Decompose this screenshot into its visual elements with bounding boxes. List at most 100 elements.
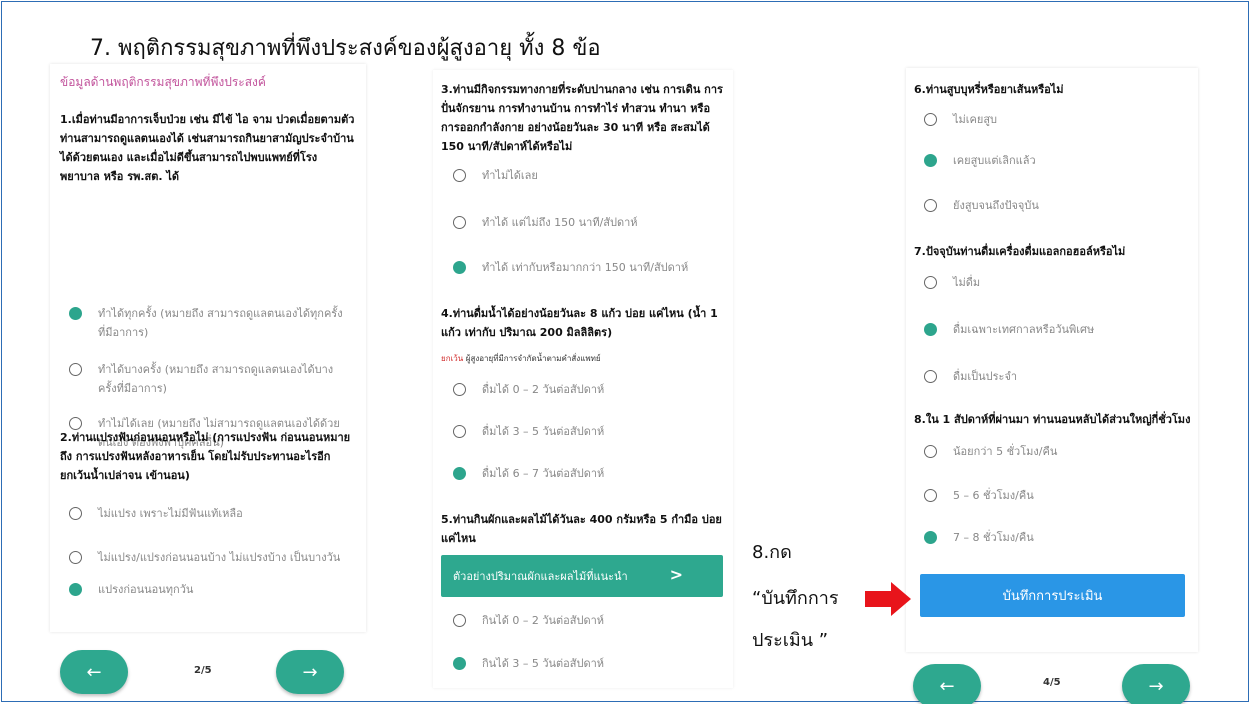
radio-icon[interactable] bbox=[453, 169, 466, 182]
chevron-right-icon: > bbox=[669, 565, 683, 584]
q1-option-2[interactable]: ทำได้บางครั้ง (หมายถึง สามารถดูแลตนเองได… bbox=[69, 360, 349, 398]
q1-option-1[interactable]: ทำได้ทุกครั้ง (หมายถึง สามารถดูแลตนเองได… bbox=[69, 304, 349, 342]
option-label: ทำได้ทุกครั้ง (หมายถึง สามารถดูแลตนเองได… bbox=[98, 307, 343, 339]
q3-option-1[interactable]: ทำไม่ได้เลย bbox=[453, 166, 723, 185]
tip-button-label: ตัวอย่างปริมาณผักและผลไม้ที่แนะนำ bbox=[453, 570, 628, 583]
q3-option-2[interactable]: ทำได้ แต่ไม่ถึง 150 นาที/สัปดาห์ bbox=[453, 213, 723, 232]
radio-icon[interactable] bbox=[924, 276, 937, 289]
q6-option-1[interactable]: ไม่เคยสูบ bbox=[924, 110, 1194, 129]
red-arrow-icon bbox=[865, 582, 911, 616]
option-label: ทำได้บางครั้ง (หมายถึง สามารถดูแลตนเองได… bbox=[98, 363, 334, 395]
q4-note-exception: ยกเว้น bbox=[441, 354, 464, 363]
question-3: 3.ท่านมีกิจกรรมทางกายที่ระดับปานกลาง เช่… bbox=[441, 83, 723, 153]
radio-selected-icon[interactable] bbox=[453, 261, 466, 274]
section-title: ข้อมูลด้านพฤติกรรมสุขภาพที่พึงประสงค์ bbox=[60, 75, 266, 89]
option-label: ดื่มได้ 3 – 5 วันต่อสัปดาห์ bbox=[482, 425, 605, 438]
assessment-screen-page-4: 6.ท่านสูบบุหรี่หรือยาเส้นหรือไม่ ไม่เคยส… bbox=[906, 68, 1198, 652]
q3-option-3[interactable]: ทำได้ เท่ากับหรือมากกว่า 150 นาที/สัปดาห… bbox=[453, 258, 723, 277]
q8-option-2[interactable]: 5 – 6 ชั่วโมง/คืน bbox=[924, 486, 1194, 505]
next-page-button[interactable]: → bbox=[276, 650, 344, 694]
q4-note: ยกเว้น ผู้สูงอายุที่มีการจำกัดน้ำตามคำสั… bbox=[441, 352, 725, 365]
option-label: ยังสูบจนถึงปัจจุบัน bbox=[953, 199, 1039, 212]
option-label: ดื่มเป็นประจำ bbox=[953, 370, 1018, 383]
q7-option-2[interactable]: ดื่มเฉพาะเทศกาลหรือวันพิเศษ bbox=[924, 320, 1194, 339]
q5-option-1[interactable]: กินได้ 0 – 2 วันต่อสัปดาห์ bbox=[453, 611, 723, 630]
option-label: ไม่ดื่ม bbox=[953, 276, 981, 289]
save-assessment-button[interactable]: บันทึกการประเมิน bbox=[920, 574, 1185, 617]
callout-text-line-3: ประเมิน ” bbox=[752, 630, 829, 651]
option-label: ดื่มเฉพาะเทศกาลหรือวันพิเศษ bbox=[953, 323, 1095, 336]
q5-option-2[interactable]: กินได้ 3 – 5 วันต่อสัปดาห์ bbox=[453, 654, 723, 673]
option-label: ไม่แปรง เพราะไม่มีฟันแท้เหลือ bbox=[98, 507, 243, 520]
radio-selected-icon[interactable] bbox=[924, 323, 937, 336]
prev-page-button[interactable]: ← bbox=[913, 664, 981, 704]
q6-option-2[interactable]: เคยสูบแต่เลิกแล้ว bbox=[924, 151, 1194, 170]
q4-note-text: ผู้สูงอายุที่มีการจำกัดน้ำตามคำสั่งแพทย์ bbox=[463, 354, 601, 363]
option-label: แปรงก่อนนอนทุกวัน bbox=[98, 583, 194, 596]
option-label: ทำได้ เท่ากับหรือมากกว่า 150 นาที/สัปดาห… bbox=[482, 261, 689, 274]
q4-option-1[interactable]: ดื่มได้ 0 – 2 วันต่อสัปดาห์ bbox=[453, 380, 723, 399]
q2-option-3[interactable]: แปรงก่อนนอนทุกวัน bbox=[69, 580, 349, 599]
option-label: ทำได้ แต่ไม่ถึง 150 นาที/สัปดาห์ bbox=[482, 216, 638, 229]
radio-icon[interactable] bbox=[924, 445, 937, 458]
q6-option-3[interactable]: ยังสูบจนถึงปัจจุบัน bbox=[924, 196, 1194, 215]
arrow-left-icon: ← bbox=[86, 661, 102, 683]
arrow-right-icon: → bbox=[1148, 675, 1164, 697]
radio-icon[interactable] bbox=[69, 507, 82, 520]
option-label: 5 – 6 ชั่วโมง/คืน bbox=[953, 489, 1034, 502]
radio-selected-icon[interactable] bbox=[453, 657, 466, 670]
q8-option-1[interactable]: น้อยกว่า 5 ชั่วโมง/คืน bbox=[924, 442, 1194, 461]
option-label: ดื่มได้ 0 – 2 วันต่อสัปดาห์ bbox=[482, 383, 605, 396]
fruit-veg-example-button[interactable]: ตัวอย่างปริมาณผักและผลไม้ที่แนะนำ > bbox=[441, 555, 723, 597]
radio-selected-icon[interactable] bbox=[924, 154, 937, 167]
assessment-screen-page-3: 3.ท่านมีกิจกรรมทางกายที่ระดับปานกลาง เช่… bbox=[433, 70, 733, 688]
radio-icon[interactable] bbox=[924, 199, 937, 212]
radio-icon[interactable] bbox=[69, 551, 82, 564]
arrow-right-icon: → bbox=[302, 661, 318, 683]
radio-icon[interactable] bbox=[453, 216, 466, 229]
radio-icon[interactable] bbox=[453, 383, 466, 396]
radio-icon[interactable] bbox=[453, 614, 466, 627]
q7-option-1[interactable]: ไม่ดื่ม bbox=[924, 273, 1194, 292]
q4-option-2[interactable]: ดื่มได้ 3 – 5 วันต่อสัปดาห์ bbox=[453, 422, 723, 441]
question-7: 7.ปัจจุบันท่านดื่มเครื่องดื่มแอลกอฮอล์หร… bbox=[914, 245, 1126, 258]
option-label: กินได้ 3 – 5 วันต่อสัปดาห์ bbox=[482, 657, 605, 670]
option-label: เคยสูบแต่เลิกแล้ว bbox=[953, 154, 1036, 167]
question-5: 5.ท่านกินผักและผลไม้ได้วันละ 400 กรัมหรื… bbox=[441, 513, 722, 545]
radio-icon[interactable] bbox=[69, 363, 82, 376]
page-indicator: 4/5 bbox=[1043, 677, 1061, 688]
q4-option-3[interactable]: ดื่มได้ 6 – 7 วันต่อสัปดาห์ bbox=[453, 464, 723, 483]
q2-option-1[interactable]: ไม่แปรง เพราะไม่มีฟันแท้เหลือ bbox=[69, 504, 349, 523]
q2-option-2[interactable]: ไม่แปรง/แปรงก่อนนอนบ้าง ไม่แปรงบ้าง เป็น… bbox=[69, 548, 349, 567]
callout-text-line-2: “บันทึกการ bbox=[752, 588, 839, 609]
prev-page-button[interactable]: ← bbox=[60, 650, 128, 694]
radio-icon[interactable] bbox=[924, 489, 937, 502]
slide-title: 7. พฤติกรรมสุขภาพที่พึงประสงค์ของผู้สูงอ… bbox=[90, 36, 601, 61]
question-6: 6.ท่านสูบบุหรี่หรือยาเส้นหรือไม่ bbox=[914, 83, 1064, 96]
question-8: 8.ใน 1 สัปดาห์ที่ผ่านมา ท่านนอนหลับได้ส่… bbox=[914, 413, 1191, 426]
callout-step-number: 8.กด bbox=[752, 542, 792, 563]
radio-icon[interactable] bbox=[924, 113, 937, 126]
page-indicator: 2/5 bbox=[194, 665, 212, 676]
radio-icon[interactable] bbox=[924, 370, 937, 383]
q7-option-3[interactable]: ดื่มเป็นประจำ bbox=[924, 367, 1194, 386]
option-label: กินได้ 0 – 2 วันต่อสัปดาห์ bbox=[482, 614, 605, 627]
question-2: 2.ท่านแปรงฟันก่อนนอนหรือไม่ (การแปรงฟัน … bbox=[60, 431, 351, 482]
radio-icon[interactable] bbox=[453, 425, 466, 438]
option-label: น้อยกว่า 5 ชั่วโมง/คืน bbox=[953, 445, 1058, 458]
q8-option-3[interactable]: 7 – 8 ชั่วโมง/คืน bbox=[924, 528, 1194, 547]
option-label: ไม่แปรง/แปรงก่อนนอนบ้าง ไม่แปรงบ้าง เป็น… bbox=[98, 551, 341, 564]
question-4: 4.ท่านดื่มน้ำได้อย่างน้อยวันละ 8 แก้ว บ่… bbox=[441, 307, 718, 339]
assessment-screen-page-2: ข้อมูลด้านพฤติกรรมสุขภาพที่พึงประสงค์ 1.… bbox=[50, 64, 366, 632]
option-label: ทำไม่ได้เลย bbox=[482, 169, 538, 182]
arrow-left-icon: ← bbox=[939, 675, 955, 697]
radio-selected-icon[interactable] bbox=[69, 307, 82, 320]
option-label: 7 – 8 ชั่วโมง/คืน bbox=[953, 531, 1034, 544]
radio-selected-icon[interactable] bbox=[453, 467, 466, 480]
question-1: 1.เมื่อท่านมีอาการเจ็บป่วย เช่น มีไข้ ไอ… bbox=[60, 113, 355, 183]
radio-selected-icon[interactable] bbox=[924, 531, 937, 544]
option-label: ดื่มได้ 6 – 7 วันต่อสัปดาห์ bbox=[482, 467, 605, 480]
next-page-button[interactable]: → bbox=[1122, 664, 1190, 704]
radio-selected-icon[interactable] bbox=[69, 583, 82, 596]
option-label: ไม่เคยสูบ bbox=[953, 113, 998, 126]
